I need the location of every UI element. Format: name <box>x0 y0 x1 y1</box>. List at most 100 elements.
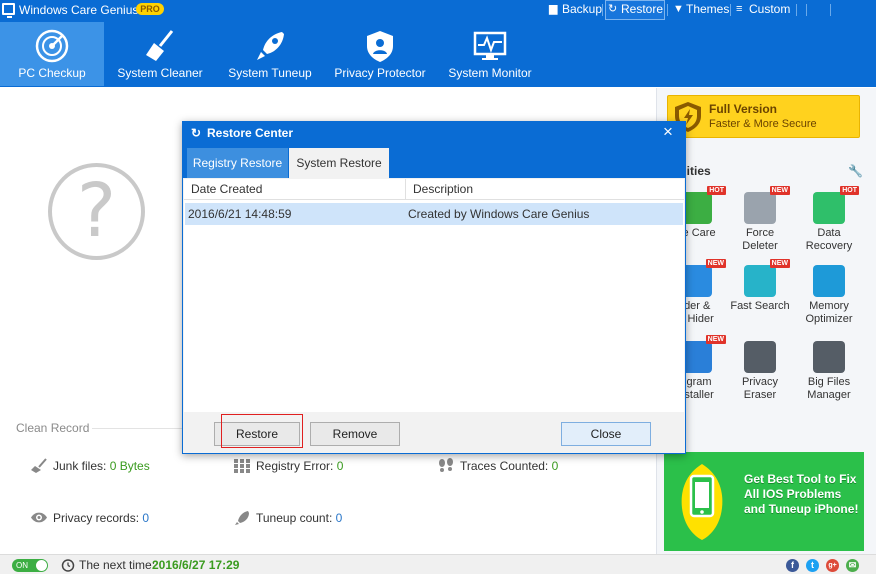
tool-label: Privacy <box>741 376 779 388</box>
tool-label: Big Files <box>807 376 851 388</box>
themes-link[interactable]: ▼ Themes <box>671 0 729 20</box>
grid-icon <box>234 459 250 473</box>
tool-label-line2: Eraser <box>743 389 777 401</box>
memory-chip-icon <box>813 265 845 297</box>
tab-label: Privacy Protector <box>334 66 426 80</box>
radar-icon <box>35 29 69 63</box>
tab-pc-checkup[interactable]: PC Checkup <box>0 22 104 86</box>
junk-files-value: 0 Bytes <box>109 459 150 473</box>
tab-registry-restore[interactable]: Registry Restore <box>187 148 288 178</box>
tab-label: System Tuneup <box>228 66 312 80</box>
wrench-icon[interactable]: 🔧 <box>848 164 863 178</box>
restore-link[interactable]: ↻ Restore <box>605 0 665 20</box>
badge: HOT <box>840 186 859 195</box>
facebook-icon[interactable]: f <box>786 559 799 572</box>
registry-error-label: Registry Error: <box>256 459 334 473</box>
close-button[interactable]: Close <box>561 422 651 446</box>
title-bar: Windows Care Genius PRO ▆ Backup ↻ Resto… <box>0 0 876 20</box>
next-time-value: 2016/6/27 17:29 <box>152 558 240 572</box>
eye-slash-icon <box>744 341 776 373</box>
close-icon[interactable]: × <box>663 122 673 142</box>
tuneup-count-stat: Tuneup count: 0 <box>233 510 413 526</box>
tool-magnifier[interactable]: NEW Fast Search <box>725 259 795 313</box>
cell-description: Created by Windows Care Genius <box>408 207 590 221</box>
google-plus-icon[interactable]: g+ <box>826 559 839 572</box>
restore-center-dialog: ↻ Restore Center × Registry Restore Syst… <box>182 121 686 454</box>
schedule-toggle[interactable]: ON <box>12 559 48 572</box>
badge: HOT <box>707 186 726 195</box>
backup-icon: ▆ <box>549 3 558 15</box>
privacy-records-label: Privacy records: <box>53 511 140 525</box>
tuneup-count-value: 0 <box>335 511 343 525</box>
traces-counted-label: Traces Counted: <box>460 459 549 473</box>
email-icon[interactable]: ✉ <box>846 559 859 572</box>
tool-memory-chip[interactable]: Memory Optimizer <box>794 265 864 326</box>
themes-label: Themes <box>686 2 730 16</box>
trash-lightning-icon: NEW <box>744 186 790 224</box>
shield-user-icon <box>367 31 393 62</box>
pro-badge: PRO <box>136 3 164 15</box>
tool-label-line2: Deleter <box>742 240 778 252</box>
divider <box>796 4 797 16</box>
toggle-label: ON <box>16 561 28 570</box>
tool-trash-lightning[interactable]: NEW Force Deleter <box>725 186 795 253</box>
tool-label-line2: Manager <box>807 389 851 401</box>
tuneup-count-label: Tuneup count: <box>256 511 333 525</box>
privacy-records-value: 0 <box>142 511 150 525</box>
question-mark-icon: ? <box>48 163 145 260</box>
full-version-title: Full Version <box>709 102 778 116</box>
ios-promo-banner[interactable]: Get Best Tool to Fix All IOS Problems an… <box>664 452 864 551</box>
traces-counted-value: 0 <box>551 459 559 473</box>
divider <box>667 4 668 16</box>
monitor-pulse-icon <box>473 31 507 60</box>
tab-system-monitor[interactable]: System Monitor <box>440 22 540 86</box>
dialog-title: Restore Center <box>207 126 294 140</box>
full-version-banner[interactable]: Full Version Faster & More Secure <box>667 95 860 138</box>
broom-icon <box>31 458 47 473</box>
twitter-icon[interactable]: t <box>806 559 819 572</box>
tool-eye-slash[interactable]: Privacy Eraser <box>725 341 795 402</box>
highlight-box <box>221 414 303 448</box>
tab-label: PC Checkup <box>18 66 86 80</box>
clean-record-title: Clean Record <box>16 421 90 435</box>
menu-icon: ≡ <box>736 3 743 15</box>
tool-label-line2: Recovery <box>805 240 853 252</box>
tool-label: Data <box>817 227 841 239</box>
magnifier-icon: NEW <box>744 259 790 297</box>
divider <box>806 4 807 16</box>
status-bar: ON The next time: 2016/6/27 17:29 f t g+… <box>0 554 876 574</box>
tab-system-cleaner[interactable]: System Cleaner <box>110 22 210 86</box>
tab-label: System Cleaner <box>117 66 203 80</box>
registry-error-stat: Registry Error: 0 <box>233 458 413 474</box>
tab-privacy-protector[interactable]: Privacy Protector <box>330 22 430 86</box>
broom-icon <box>146 30 174 61</box>
tshirt-icon: ▼ <box>673 3 684 15</box>
badge: NEW <box>705 335 726 344</box>
app-title: Windows Care Genius <box>19 3 139 17</box>
next-time-label: The next time: <box>79 558 156 572</box>
junk-files-label: Junk files: <box>53 459 107 473</box>
tab-system-restore[interactable]: System Restore <box>289 148 389 178</box>
phone-icon <box>681 464 723 540</box>
data-recovery-icon: HOT <box>813 186 859 224</box>
restore-icon: ↻ <box>191 126 202 140</box>
eye-icon <box>31 512 47 523</box>
backup-label: Backup <box>562 2 603 16</box>
remove-button[interactable]: Remove <box>310 422 400 446</box>
tool-folder[interactable]: Big Files Manager <box>794 341 864 402</box>
folder-icon <box>813 341 845 373</box>
tab-system-tuneup[interactable]: System Tuneup <box>220 22 320 86</box>
registry-error-value: 0 <box>336 459 344 473</box>
main-nav: PC Checkup System Cleaner System Tuneup … <box>0 20 876 87</box>
column-header-description[interactable]: Description <box>406 179 684 200</box>
restore-label: Restore <box>621 2 664 16</box>
privacy-records-stat: Privacy records: 0 <box>30 510 210 526</box>
footprints-icon <box>439 458 453 472</box>
tool-label: Fast Search <box>730 300 790 312</box>
tool-data-recovery[interactable]: HOT Data Recovery <box>794 186 864 253</box>
cell-date: 2016/6/21 14:48:59 <box>188 207 292 221</box>
backup-link[interactable]: ▆ Backup <box>547 0 602 20</box>
column-header-date[interactable]: Date Created <box>184 179 406 200</box>
custom-link[interactable]: ≡ Custom <box>734 0 790 20</box>
table-row[interactable]: 2016/6/21 14:48:59 Created by Windows Ca… <box>185 203 683 225</box>
